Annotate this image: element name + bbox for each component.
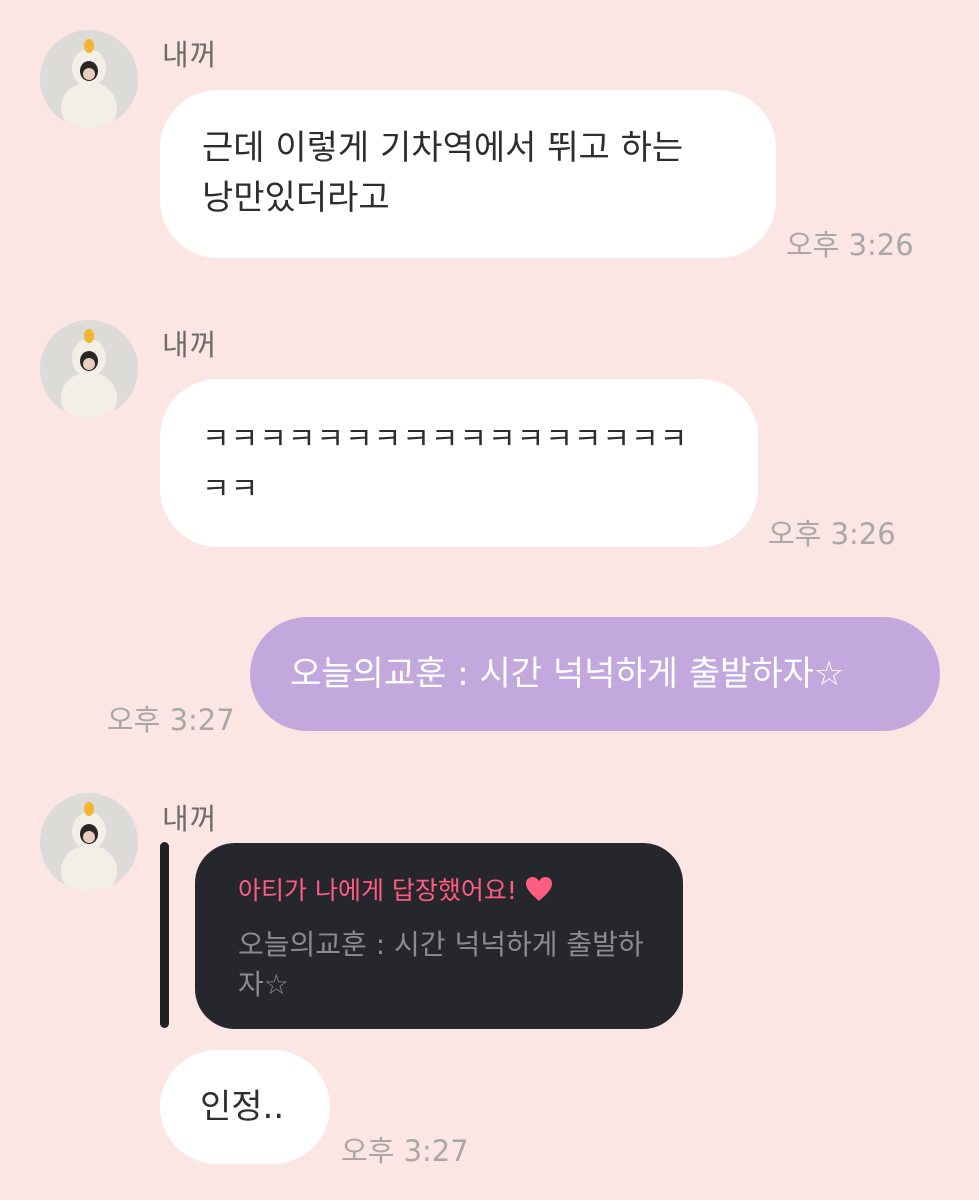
- message-bubble[interactable]: 인정..: [160, 1050, 330, 1164]
- sender-name: 내꺼: [162, 328, 218, 362]
- message-time: 오후 3:26: [768, 517, 896, 551]
- message-text: 오늘의교훈 : 시간 넉넉하게 출발하자☆: [290, 654, 845, 694]
- reply-header: 아티가 나에게 답장했어요!: [238, 871, 553, 907]
- avatar[interactable]: [40, 30, 138, 128]
- reply-header-text: 아티가 나에게 답장했어요!: [238, 876, 517, 905]
- sender-name: 내꺼: [162, 38, 218, 72]
- sender-name: 내꺼: [162, 802, 218, 836]
- reply-card[interactable]: 아티가 나에게 답장했어요! 오늘의교훈 : 시간 넉넉하게 출발하자☆: [195, 843, 683, 1029]
- avatar[interactable]: [40, 793, 138, 891]
- my-message-bubble[interactable]: 오늘의교훈 : 시간 넉넉하게 출발하자☆: [250, 617, 940, 731]
- message-text: ㅋㅋㅋㅋㅋㅋㅋㅋㅋㅋㅋㅋㅋㅋㅋㅋㅋ: [202, 422, 689, 457]
- message-time: 오후 3:27: [107, 703, 235, 737]
- reply-quoted-text: 오늘의교훈 : 시간 넉넉하게 출발하자☆: [238, 928, 644, 1001]
- reply-indicator-bar: [160, 842, 169, 1028]
- profile-photo: [40, 30, 138, 128]
- message-time: 오후 3:26: [786, 228, 914, 262]
- message-bubble[interactable]: 근데 이렇게 기차역에서 뛰고 하는 낭만있더라고: [160, 90, 776, 258]
- message-text: ㅋㅋ: [202, 472, 260, 507]
- message-time: 오후 3:27: [341, 1134, 469, 1168]
- message-text: 낭만있더라고: [202, 178, 390, 218]
- heart-icon: [525, 877, 552, 901]
- profile-photo: [40, 320, 138, 418]
- message-bubble[interactable]: ㅋㅋㅋㅋㅋㅋㅋㅋㅋㅋㅋㅋㅋㅋㅋㅋㅋ ㅋㅋ: [160, 379, 758, 547]
- message-text: 근데 이렇게 기차역에서 뛰고 하는: [202, 128, 684, 168]
- avatar[interactable]: [40, 320, 138, 418]
- message-text: 인정..: [200, 1087, 285, 1127]
- profile-photo: [40, 793, 138, 891]
